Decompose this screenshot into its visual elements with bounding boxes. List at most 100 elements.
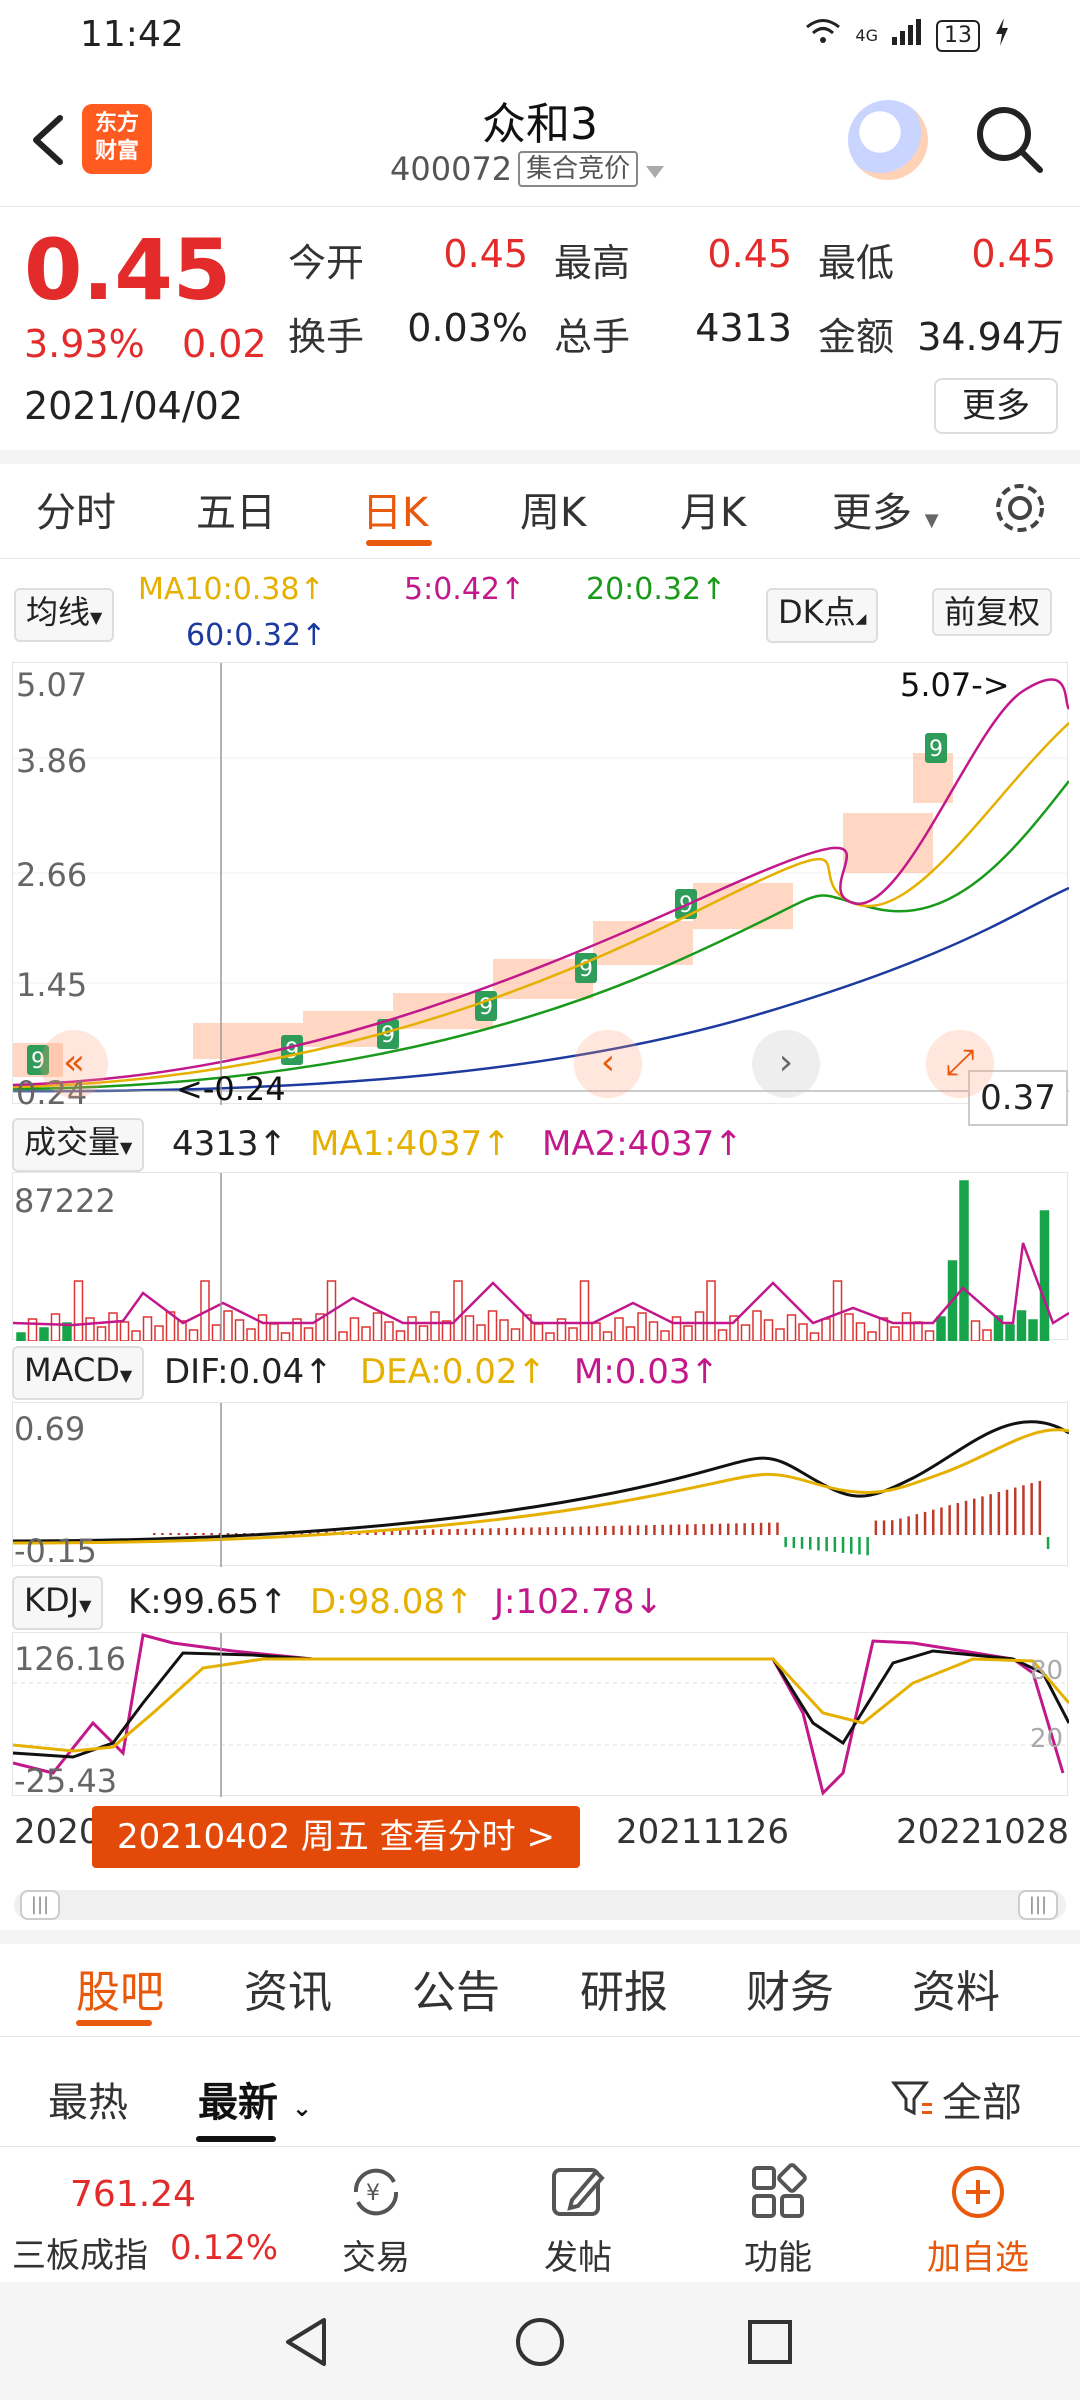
subtab-latest[interactable]: 最新 ⌄ [198,2070,312,2128]
macd-bar [891,1520,894,1535]
macd-bar [964,1500,968,1535]
tab-profile[interactable]: 资料 [912,1956,1000,2020]
volume-bar [579,1280,590,1342]
tab-monthly-k[interactable]: 月K [680,480,746,538]
volume-bar [867,1331,877,1342]
amount-value: 34.94万 [917,315,1064,359]
tab-more-label: 更多 [832,490,912,536]
macd-bar [825,1537,828,1552]
macd-bar [727,1523,730,1535]
volume-bar [223,1310,233,1342]
tab-notice[interactable]: 公告 [412,1956,500,2020]
volume-axis-top: 87222 [14,1182,116,1220]
scroll-right-button[interactable]: › [752,1030,820,1098]
change-amount: 0.02 [182,322,267,366]
macd-axis-top: 0.69 [14,1410,86,1448]
macd-bar [981,1496,984,1535]
tab-five-day[interactable]: 五日 [196,480,276,538]
add-watchlist-button[interactable]: 加自选 [908,2160,1048,2279]
kdj-selector[interactable]: KDJ▼ [12,1576,104,1630]
volume-bar [936,1316,946,1342]
scroll-left-button[interactable]: ‹ [574,1030,642,1098]
kdj-right-20: 20 [1030,1724,1064,1754]
volume-bar [142,1316,153,1342]
volume-chart-panel[interactable] [12,1172,1070,1342]
volume-ma2: MA2:4037↑ [542,1124,743,1164]
post-button[interactable]: 发帖 [508,2160,648,2279]
tab-intraday[interactable]: 分时 [36,480,116,538]
features-button[interactable]: 功能 [708,2160,848,2279]
volume-bar [246,1328,256,1342]
chart-range-scroller[interactable] [14,1890,1066,1920]
volume-ma1: MA1:4037↑ [310,1124,511,1164]
tab-weekly-k[interactable]: 周K [520,480,586,538]
volume-bar [890,1326,900,1342]
system-home-button[interactable] [510,2312,570,2376]
add-watchlist-label: 加自选 [927,2238,1029,2278]
tab-research[interactable]: 研报 [580,1956,668,2020]
tab-finance[interactable]: 财务 [746,1956,834,2020]
adjust-button[interactable]: 前复权 [932,588,1053,636]
stock-code-row[interactable]: 400072 集合竞价 [390,150,666,188]
more-quote-button[interactable]: 更多 [934,378,1058,434]
macd-bar [448,1529,451,1535]
chevron-down-icon: ⌄ [291,2094,313,2122]
macd-bar [595,1526,599,1535]
filter-button[interactable]: 全部 [890,2070,1022,2128]
macd-bar [817,1537,820,1551]
trade-button[interactable]: ¥ 交易 [306,2160,446,2279]
ma5-line [12,678,1071,1087]
macd-bar [940,1507,943,1535]
macd-bar [833,1537,837,1553]
index-value[interactable]: 761.24 [70,2174,196,2215]
volume-bar [407,1316,417,1342]
macd-bar [505,1527,509,1535]
tab-news[interactable]: 资讯 [244,1956,332,2020]
scroller-handle-left[interactable]: ||| [20,1890,60,1920]
search-button[interactable] [970,100,1050,180]
macd-bar [1022,1485,1025,1535]
fullscreen-button[interactable]: ⤢ [926,1030,994,1098]
macd-bar [923,1511,927,1535]
volume-bar [384,1321,394,1342]
kline-chart-panel[interactable]: 999 9999 [12,662,1071,1105]
system-recents-button[interactable] [740,2312,800,2376]
macd-selector[interactable]: MACD▼ [12,1346,145,1400]
macd-chart-panel[interactable] [12,1402,1070,1567]
volume-bar [648,1321,659,1342]
view-intraday-button[interactable]: 20210402 周五 查看分时 > [92,1806,580,1868]
volume-bar [1005,1324,1015,1342]
kdj-k: K:99.65↑ [128,1582,288,1622]
volume-selector[interactable]: 成交量▼ [12,1118,145,1172]
tab-guba[interactable]: 股吧 [76,1956,164,2020]
dk-point-button[interactable]: DK点◢ [766,588,879,643]
tab-daily-k[interactable]: 日K [362,480,428,538]
macd-bar [710,1523,714,1535]
low-label: 最低 [818,241,895,285]
triangle-down-icon: ▼ [120,1138,133,1157]
kdj-selector-label: KDJ [24,1581,80,1619]
macd-bar [472,1528,476,1535]
volume-bar [798,1323,808,1342]
subtab-hot[interactable]: 最热 [48,2070,128,2128]
volume-bar [453,1280,463,1342]
volume-bar [257,1314,268,1342]
tab-more-periods[interactable]: 更多 ▼ [832,480,939,538]
jump-start-button[interactable]: « [40,1030,108,1098]
scroller-handle-right[interactable]: ||| [1018,1890,1058,1920]
kdj-chart-panel[interactable] [12,1632,1071,1797]
high-value: 0.45 [707,232,792,276]
index-change[interactable]: 0.12% [170,2228,278,2268]
index-name[interactable]: 三板成指 [12,2228,148,2277]
ma-selector[interactable]: 均线▼ [14,588,115,642]
volume-bar [752,1310,762,1342]
chart-settings-button[interactable] [990,478,1050,538]
macd-bar [751,1523,755,1535]
system-back-button[interactable] [276,2312,336,2376]
ma10-line [12,722,1070,1089]
macd-bar [530,1527,533,1535]
macd-bar [1030,1483,1033,1535]
macd-bar [776,1522,779,1535]
robot-assistant-icon[interactable] [848,100,928,180]
svg-text:9: 9 [929,737,943,762]
